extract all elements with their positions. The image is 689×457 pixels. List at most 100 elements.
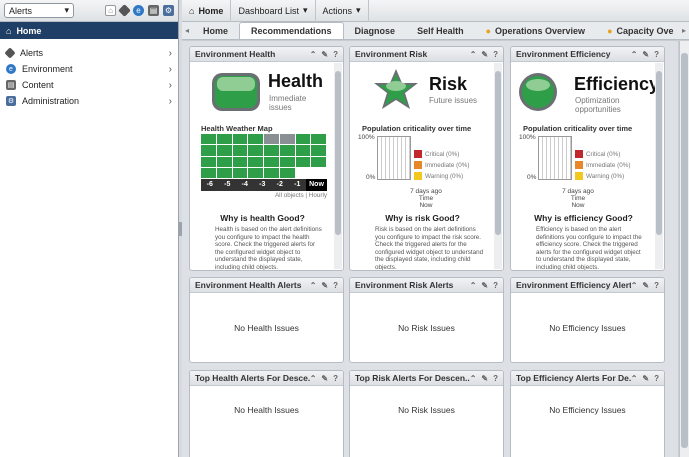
help-icon[interactable]: ? [654, 50, 659, 59]
widget-header: Environment Efficiency Alerts ⌃ ✎? [511, 278, 664, 293]
weather-map-cell[interactable] [279, 134, 295, 145]
weather-map-cell[interactable] [311, 145, 326, 156]
weather-map-cell[interactable] [201, 134, 216, 145]
weather-map-cell[interactable] [264, 145, 279, 156]
weather-map-cell[interactable] [311, 134, 326, 145]
risk-subtitle: Future issues [429, 96, 478, 105]
weather-map-cell[interactable] [311, 156, 326, 167]
legend-warning: Warning (0%) [575, 172, 624, 180]
home-button[interactable]: ⌂ Home [182, 0, 232, 22]
content-icon[interactable]: ▤ [148, 5, 159, 16]
help-icon[interactable]: ? [333, 281, 338, 290]
edit-icon[interactable]: ✎ [642, 50, 649, 59]
weather-map-cell[interactable] [248, 156, 263, 167]
weather-map-cell[interactable] [248, 134, 263, 145]
alert-diamond-icon[interactable] [118, 4, 131, 17]
weather-map-cell[interactable] [264, 134, 279, 145]
tab-recommendations[interactable]: Recommendations [239, 22, 344, 39]
weather-map-cell[interactable] [264, 156, 279, 167]
criticality-chart-title: Population criticality over time [523, 124, 633, 133]
tab-label: Home [203, 25, 229, 36]
collapse-icon[interactable]: ⌃ [470, 374, 477, 383]
weather-map-cell[interactable] [216, 145, 232, 156]
widget-scrollbar[interactable] [334, 63, 342, 269]
collapse-icon[interactable]: ⌃ [310, 50, 317, 59]
axis-tick: -1 [294, 181, 301, 188]
widget-scrollbar[interactable] [494, 63, 502, 269]
nav-administration[interactable]: ⚙ Administration › [0, 93, 178, 109]
edit-icon[interactable]: ✎ [321, 281, 328, 290]
edit-icon[interactable]: ✎ [321, 50, 328, 59]
help-icon[interactable]: ? [493, 374, 498, 383]
weather-map-cell[interactable] [279, 145, 295, 156]
collapse-icon[interactable]: ⌃ [631, 374, 638, 383]
weather-map-cell[interactable] [201, 145, 216, 156]
tab-scroll-left-icon[interactable]: ◂ [182, 22, 192, 39]
view-selector[interactable]: Alerts ▾ [4, 3, 74, 18]
edit-icon[interactable]: ✎ [481, 281, 488, 290]
efficiency-title: Efficiency [574, 74, 660, 94]
axis-tick: -4 [241, 181, 248, 188]
dashboard-list-label: Dashboard List [238, 5, 299, 16]
help-icon[interactable]: ? [654, 281, 659, 290]
weather-map-cell[interactable] [248, 145, 263, 156]
x-axis-end: Now [419, 202, 433, 209]
why-risk-title: Why is risk Good? [385, 213, 460, 223]
weather-map-cell[interactable] [279, 167, 295, 178]
home-button-label: Home [198, 5, 224, 16]
weather-map-cell[interactable] [248, 167, 263, 178]
edit-icon[interactable]: ✎ [642, 281, 649, 290]
weather-map-cell[interactable] [232, 145, 248, 156]
nav-environment[interactable]: e Environment › [0, 61, 178, 77]
weather-map-cell[interactable] [216, 156, 232, 167]
tab-home[interactable]: Home [192, 22, 239, 39]
actions-menu[interactable]: Actions ▾ [316, 0, 369, 22]
widget-scrollbar[interactable] [655, 63, 663, 269]
home-icon[interactable]: ⌂ [105, 5, 116, 16]
axis-tick-now: Now [306, 179, 327, 191]
view-selector-value: Alerts [9, 5, 33, 16]
collapse-icon[interactable]: ⌃ [310, 374, 317, 383]
weather-map-cell[interactable] [295, 134, 311, 145]
tab-diagnose[interactable]: Diagnose [344, 22, 407, 39]
empty-message: No Efficiency Issues [549, 404, 626, 415]
nav-home[interactable]: ⌂ Home [0, 22, 178, 39]
edit-icon[interactable]: ✎ [481, 374, 488, 383]
weather-map-cell[interactable] [279, 156, 295, 167]
weather-map-cell[interactable] [216, 167, 232, 178]
tab-capacity-overview[interactable]: ● Capacity Ove [596, 22, 684, 39]
tab-operations-overview[interactable]: ● Operations Overview [475, 22, 596, 39]
weather-map-cell[interactable] [295, 156, 311, 167]
collapse-icon[interactable]: ⌃ [470, 50, 477, 59]
nav-alerts[interactable]: Alerts › [0, 45, 178, 61]
help-icon[interactable]: ? [333, 50, 338, 59]
help-icon[interactable]: ? [333, 374, 338, 383]
globe-icon: e [6, 64, 16, 74]
help-icon[interactable]: ? [493, 50, 498, 59]
edit-icon[interactable]: ✎ [481, 50, 488, 59]
weather-map-cell[interactable] [201, 167, 216, 178]
weather-map-cell[interactable] [264, 167, 279, 178]
collapse-icon[interactable]: ⌃ [631, 50, 638, 59]
tab-self-health[interactable]: Self Health [406, 22, 475, 39]
weather-map-cell[interactable] [232, 167, 248, 178]
collapse-icon[interactable]: ⌃ [310, 281, 317, 290]
dashboard-content: Environment Health ⌃ ✎? Health Immediate i… [182, 41, 678, 457]
help-icon[interactable]: ? [654, 374, 659, 383]
tab-scroll-right-icon[interactable]: ▸ [679, 22, 689, 39]
edit-icon[interactable]: ✎ [642, 374, 649, 383]
weather-map-cell[interactable] [232, 134, 248, 145]
collapse-icon[interactable]: ⌃ [631, 281, 638, 290]
dashboard-scrollbar[interactable] [679, 41, 689, 457]
weather-map-cell[interactable] [295, 145, 311, 156]
globe-icon[interactable]: e [133, 5, 144, 16]
weather-map-cell[interactable] [232, 156, 248, 167]
edit-icon[interactable]: ✎ [321, 374, 328, 383]
weather-map-cell[interactable] [216, 134, 232, 145]
admin-icon[interactable]: ⚙ [163, 5, 174, 16]
help-icon[interactable]: ? [493, 281, 498, 290]
collapse-icon[interactable]: ⌃ [470, 281, 477, 290]
nav-content[interactable]: ▤ Content › [0, 77, 178, 93]
weather-map-cell[interactable] [201, 156, 216, 167]
dashboard-list-menu[interactable]: Dashboard List ▾ [231, 0, 316, 22]
